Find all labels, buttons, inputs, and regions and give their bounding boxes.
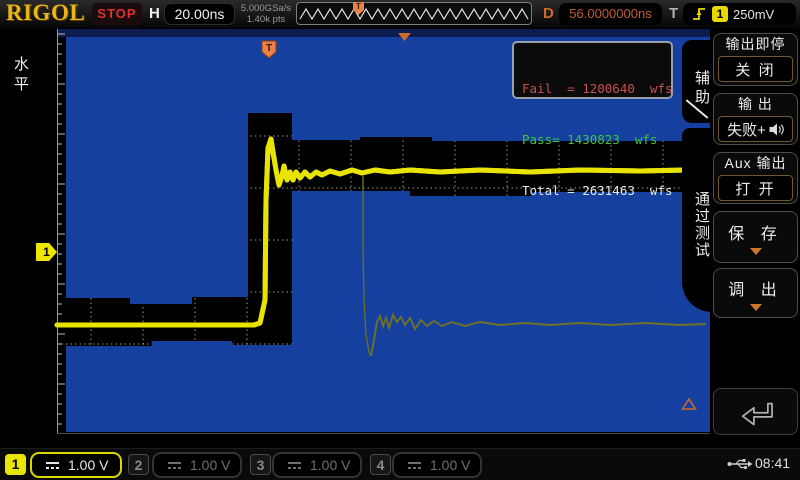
channel3-scale: 1.00 V <box>310 457 350 473</box>
waveform-preview-bar[interactable]: T <box>296 2 532 25</box>
tab-pass-test[interactable]: 通过测试 <box>682 128 712 312</box>
trigger-level-value: 250mV <box>733 7 774 22</box>
channel2-scale-pill[interactable]: 1.00 V <box>152 452 242 478</box>
channel4-scale: 1.00 V <box>430 457 470 473</box>
top-status-bar: RIGOL STOP H 20.00ns 5.000GSa/s 1.40k pt… <box>0 0 800 28</box>
channel3-scale-pill[interactable]: 1.00 V <box>272 452 362 478</box>
rising-edge-icon <box>691 6 707 22</box>
usb-icon <box>727 457 753 471</box>
output-fail-beep-button[interactable]: 失败+ <box>718 116 793 142</box>
delay-label: D <box>543 5 554 22</box>
group-aux-output: Aux 输出 打 开 <box>713 152 798 204</box>
button-label: 关 闭 <box>735 59 775 80</box>
timebase-readout: 20.00ns <box>164 3 235 25</box>
channel1-scale: 1.00 V <box>68 457 108 473</box>
dc-coupling-icon <box>168 461 181 470</box>
brand-logo: RIGOL <box>6 0 85 26</box>
channel1-scale-pill[interactable]: 1.00 V <box>30 452 122 478</box>
horizontal-menu-tab[interactable]: 水平 <box>10 56 31 96</box>
dc-coupling-icon <box>288 461 301 470</box>
passfail-stats-box: Fail = 1200640 wfs Pass= 1430823 wfs Tot… <box>512 41 673 99</box>
channel4-badge[interactable]: 4 <box>370 454 391 475</box>
softkey-menu: 输出即停 关 闭 输 出 失败+ Aux 输出 打 开 保 存 <box>711 28 800 448</box>
dc-coupling-icon <box>408 461 421 470</box>
fail-count: Fail = 1200640 wfs <box>522 80 663 97</box>
button-label: 失败+ <box>727 119 766 140</box>
memory-depth: 1.40k pts <box>238 14 294 25</box>
trigger-source-badge: 1 <box>712 6 728 22</box>
channel3-badge[interactable]: 3 <box>250 454 271 475</box>
group-output: 输 出 失败+ <box>713 93 798 145</box>
button-label: 调 出 <box>728 276 782 300</box>
pass-count: Pass= 1430823 wfs <box>522 131 663 148</box>
ruler-ticks <box>58 34 65 424</box>
recall-button[interactable]: 调 出 <box>713 268 798 318</box>
oscilloscope-screen: T RIGOL STOP H 20.00ns 5.000GSa/s 1.40k … <box>0 0 800 480</box>
total-count: Total = 2631463 wfs <box>522 182 663 199</box>
sample-rate: 5.000GSa/s <box>238 3 294 14</box>
channel2-badge[interactable]: 2 <box>128 454 149 475</box>
dc-coupling-icon <box>46 461 59 470</box>
speaker-icon <box>768 122 784 137</box>
channel1-badge[interactable]: 1 <box>5 454 26 475</box>
channel2-scale: 1.00 V <box>190 457 230 473</box>
enter-arrow-icon <box>726 394 786 430</box>
channel4-scale-pill[interactable]: 1.00 V <box>392 452 482 478</box>
svg-text:T: T <box>266 43 272 54</box>
group-stop-on-output: 输出即停 关 闭 <box>713 33 798 86</box>
save-button[interactable]: 保 存 <box>713 211 798 263</box>
chevron-down-icon <box>750 304 762 311</box>
chevron-down-icon <box>750 248 762 255</box>
clock: 08:41 <box>755 455 790 471</box>
group-header: Aux 输出 <box>714 153 797 174</box>
preview-waveform <box>298 4 530 24</box>
run-state-indicator: STOP <box>92 3 142 25</box>
channel-status-bar: 1 1.00 V 2 1.00 V 3 1.00 V 4 1.00 V 08:4 <box>0 448 800 480</box>
stop-on-output-button[interactable]: 关 闭 <box>718 56 793 82</box>
grid-top-strip <box>57 29 710 37</box>
horizontal-label: H <box>149 5 160 22</box>
trigger-label: T <box>669 5 678 22</box>
trigger-settings-readout: 1 250mV <box>683 3 796 25</box>
group-header: 输 出 <box>714 94 797 115</box>
button-label: 打 开 <box>735 178 775 199</box>
button-label: 保 存 <box>728 220 782 244</box>
aux-output-button[interactable]: 打 开 <box>718 175 793 201</box>
delay-readout: 56.0000000ns <box>559 3 662 25</box>
acquisition-info: 5.000GSa/s 1.40k pts <box>238 3 294 25</box>
enter-button[interactable] <box>713 388 798 435</box>
group-header: 输出即停 <box>714 34 797 55</box>
waveform-display: T <box>0 0 800 480</box>
